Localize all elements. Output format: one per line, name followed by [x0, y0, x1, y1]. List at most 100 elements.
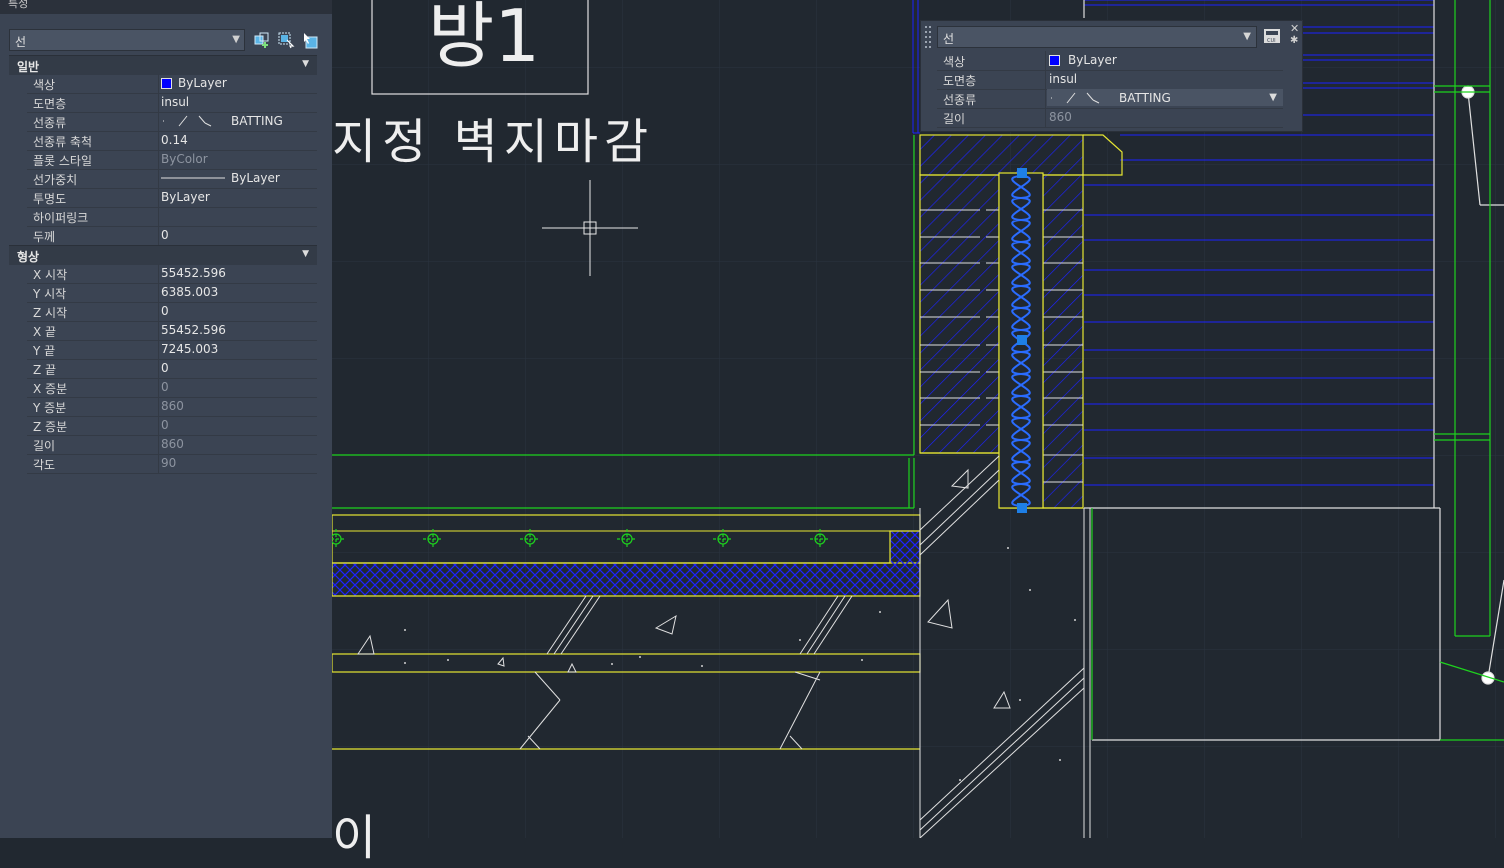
chevron-down-icon[interactable]: ▼	[1269, 92, 1277, 103]
chevron-down-icon: ▼	[302, 249, 309, 259]
property-row[interactable]: Z 시작 0	[27, 302, 317, 322]
property-row[interactable]: X 끝 55452.596	[27, 321, 317, 341]
property-key: 색상	[943, 55, 966, 69]
property-row[interactable]: 선가중치 ByLayer	[27, 169, 317, 189]
property-row[interactable]: 색상 ByLayer	[27, 74, 317, 94]
property-row[interactable]: Z 증분 0	[27, 416, 317, 436]
select-objects-icon[interactable]	[277, 31, 295, 49]
property-value-text: ByLayer	[231, 171, 280, 185]
property-value[interactable]: insul	[1049, 72, 1077, 86]
property-value: 0	[161, 418, 315, 432]
property-value-text: 90	[161, 456, 177, 470]
property-row[interactable]: Y 증분 860	[27, 397, 317, 417]
property-value[interactable]: BATTING	[1047, 89, 1283, 106]
property-value[interactable]: insul	[161, 95, 315, 109]
toggle-pickadd-icon[interactable]	[253, 31, 271, 49]
property-key: X 끝	[33, 325, 57, 339]
property-row[interactable]: 선종류 BATTING	[27, 112, 317, 132]
property-key: 길이	[33, 439, 56, 453]
property-value-text: ByLayer	[1068, 53, 1117, 67]
quick-object-type-dropdown[interactable]: 선 ▼	[937, 26, 1257, 48]
property-key: Y 증분	[33, 401, 67, 415]
property-key: Z 시작	[33, 306, 68, 320]
property-value-text: 55452.596	[161, 266, 226, 280]
property-row[interactable]: 플롯 스타일 ByColor	[27, 150, 317, 170]
property-value[interactable]: 0	[161, 228, 315, 242]
palette-titlebar[interactable]: 특성	[0, 0, 332, 14]
wall-finish-note-text[interactable]: 지정 벽지마감	[332, 112, 654, 172]
property-key: Y 시작	[33, 287, 67, 301]
property-value[interactable]: 6385.003	[161, 285, 315, 299]
object-type-value: 선	[15, 35, 27, 49]
quick-property-row[interactable]: 색상 ByLayer	[937, 51, 1283, 71]
property-row[interactable]: Y 끝 7245.003	[27, 340, 317, 360]
property-key: 투명도	[33, 192, 67, 206]
chevron-down-icon: ▼	[302, 59, 309, 69]
property-value[interactable]: 7245.003	[161, 342, 315, 356]
property-value-text: 0	[161, 361, 169, 375]
property-value-text: 0.14	[161, 133, 188, 147]
property-row[interactable]: 각도 90	[27, 454, 317, 474]
property-key: 두께	[33, 230, 56, 244]
property-key: Z 끝	[33, 363, 57, 377]
property-value[interactable]: ByLayer	[161, 76, 315, 90]
property-row[interactable]: 선종류 축척 0.14	[27, 131, 317, 151]
property-row[interactable]: 도면층 insul	[27, 93, 317, 113]
property-value[interactable]: 0.14	[161, 133, 315, 147]
property-key: X 시작	[33, 268, 68, 282]
property-value: ByColor	[161, 152, 315, 166]
property-value-text: 0	[161, 418, 169, 432]
property-value[interactable]: 55452.596	[161, 266, 315, 280]
chevron-down-icon: ▼	[1243, 31, 1251, 42]
property-value-text: 0	[161, 380, 169, 394]
property-value[interactable]: ByLayer	[161, 190, 315, 204]
linetype-preview-icon	[163, 115, 212, 127]
property-key: 각도	[33, 458, 56, 472]
property-row[interactable]: Z 끝 0	[27, 359, 317, 379]
room-name-text[interactable]: 방1	[428, 0, 540, 78]
property-value[interactable]: 0	[161, 361, 315, 375]
section-header-1[interactable]: 형상 ▼	[9, 245, 317, 265]
property-value-text: 7245.003	[161, 342, 219, 356]
customize-cui-icon[interactable]: CUI	[1263, 28, 1281, 44]
quick-select-icon[interactable]	[301, 31, 319, 49]
quick-property-row[interactable]: 선종류 BATTING ▼	[937, 89, 1283, 109]
quick-property-row[interactable]: 길이 860	[937, 108, 1283, 128]
settings-gear-icon[interactable]: ✱	[1290, 35, 1298, 46]
property-value-text: ByLayer	[161, 190, 210, 204]
property-row[interactable]: 투명도 ByLayer	[27, 188, 317, 208]
section-header-0[interactable]: 일반 ▼	[9, 55, 317, 75]
property-key: 도면층	[33, 97, 67, 111]
property-key: 선종류 축척	[33, 135, 93, 149]
property-value[interactable]: BATTING	[161, 114, 315, 128]
property-value-text: insul	[1049, 72, 1078, 86]
quick-property-row[interactable]: 도면층 insul	[937, 70, 1283, 90]
section-label: 일반	[17, 60, 40, 74]
partial-room-text[interactable]: 이	[332, 808, 376, 868]
color-swatch	[1049, 55, 1060, 66]
property-row[interactable]: 하이퍼링크	[27, 207, 317, 227]
object-type-dropdown[interactable]: 선 ▼	[9, 29, 245, 51]
property-value[interactable]: ByLayer	[161, 171, 315, 185]
svg-text:CUI: CUI	[1267, 38, 1276, 44]
quick-object-type-value: 선	[943, 32, 955, 46]
property-value[interactable]: ByLayer	[1049, 53, 1117, 67]
property-row[interactable]: X 시작 55452.596	[27, 264, 317, 284]
property-value-text: ByLayer	[178, 76, 227, 90]
property-value[interactable]: 55452.596	[161, 323, 315, 337]
chevron-down-icon: ▼	[232, 34, 240, 45]
property-row[interactable]: 길이 860	[27, 435, 317, 455]
property-row[interactable]: X 증분 0	[27, 378, 317, 398]
property-row[interactable]: Y 시작 6385.003	[27, 283, 317, 303]
drag-grip-icon[interactable]	[924, 25, 934, 51]
property-key: Z 증분	[33, 420, 68, 434]
close-icon[interactable]: ✕	[1290, 22, 1299, 35]
property-value: 860	[161, 399, 315, 413]
property-value-text: ByColor	[161, 152, 208, 166]
color-swatch	[161, 78, 172, 89]
section-label: 형상	[17, 250, 40, 264]
property-value[interactable]: 0	[161, 304, 315, 318]
property-value-text: 860	[161, 399, 184, 413]
property-row[interactable]: 두께 0	[27, 226, 317, 246]
palette-title: 특성	[8, 0, 29, 10]
